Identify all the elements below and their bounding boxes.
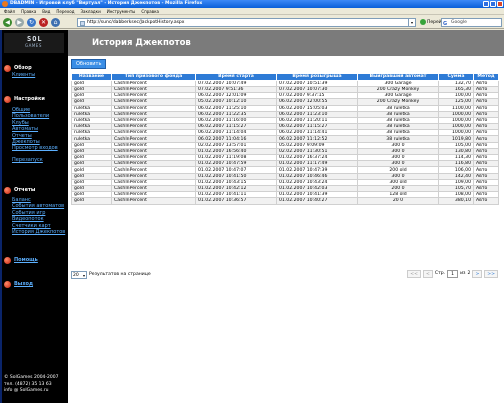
cell-name: gold	[71, 197, 112, 205]
forward-icon[interactable]: ▶	[15, 18, 24, 27]
sidebar-item-jackpot-history[interactable]: История Джекпотов	[4, 229, 66, 235]
sidebar-section-settings: Настройки Общие Пользователи Клубы Автом…	[4, 95, 66, 163]
home-icon[interactable]: ⌂	[51, 18, 60, 27]
overview-icon	[4, 64, 11, 72]
go-icon	[420, 19, 426, 25]
current-page-input[interactable]: 1	[447, 270, 459, 278]
sidebar-item-clients[interactable]: Клиенты	[4, 72, 66, 78]
back-icon[interactable]: ◀	[3, 18, 12, 27]
cell-start-time: 01.02.2007 10:36:57	[195, 197, 277, 205]
menu-help[interactable]: Справка	[141, 8, 159, 14]
cell-method: Авто	[473, 197, 499, 205]
menu-go[interactable]: Переход	[56, 8, 74, 14]
page-size-label: Результатов на странице	[89, 272, 151, 277]
logo: SOL GAMES	[4, 33, 64, 53]
main-content: Обновить Название Тип призового фонда Вр…	[68, 56, 504, 403]
total-pages: 2	[467, 271, 471, 276]
cell-amount: 380,10	[438, 197, 474, 205]
refresh-button[interactable]: Обновить	[71, 59, 107, 69]
col-header-winner[interactable]: Выигравший автомат	[357, 73, 439, 81]
sidebar-item-logout[interactable]: Выход	[14, 281, 33, 287]
address-url: http://sunc/dabberksec/JackpotHistory.as…	[87, 20, 185, 25]
sidebar-item-restart[interactable]: Перезапуск	[4, 157, 66, 163]
table-header-row: Название Тип призового фонда Время старт…	[71, 73, 499, 81]
page-of-label: из	[460, 271, 466, 276]
prev-page-button[interactable]: <	[423, 270, 433, 278]
page-label: Стр.	[434, 271, 446, 276]
pager: 20 Результатов на странице << < Стр. 1 и…	[71, 270, 498, 279]
sidebar-heading-settings: Настройки	[14, 96, 45, 102]
cell-winner: 20 0	[357, 197, 439, 205]
sidebar-section-reports: Отчеты Баланс События автоматов События …	[4, 186, 66, 235]
web-page: SOL GAMES Обзор Клиенты Настройки Общие …	[0, 30, 504, 403]
page-size-select[interactable]: 20	[71, 270, 87, 279]
col-header-start-time[interactable]: Время старта	[195, 73, 277, 81]
sidebar-section-overview: Обзор Клиенты	[4, 64, 66, 78]
close-button[interactable]	[497, 1, 503, 7]
menu-bar: Файл Правка Вид Переход Закладки Инструм…	[0, 8, 504, 15]
menu-tools[interactable]: Инструменты	[107, 8, 136, 14]
cell-draw-time: 01.02.2007 10:40:27	[276, 197, 358, 205]
logo-bottom: GAMES	[25, 43, 42, 48]
window-controls	[483, 1, 503, 7]
sidebar-section-help: Помощь	[4, 256, 66, 264]
pager-controls: << < Стр. 1 из 2 > >>	[407, 270, 498, 278]
col-header-method[interactable]: Метод	[473, 73, 499, 81]
firefox-icon	[2, 1, 8, 7]
sidebar-section-logout: Выход	[4, 280, 66, 288]
menu-view[interactable]: Вид	[42, 8, 50, 14]
sidebar-heading-reports: Отчеты	[14, 187, 36, 193]
search-placeholder: Google	[451, 20, 467, 25]
navigation-toolbar: ◀ ▶ ↻ ✕ ⌂ http://sunc/dabberksec/Jackpot…	[0, 15, 504, 29]
sidebar-item-logins[interactable]: Просмотр входов	[4, 145, 66, 151]
logo-top: SOL	[27, 35, 43, 43]
page-icon	[80, 21, 85, 26]
jackpot-history-table: Название Тип призового фонда Время старт…	[71, 73, 499, 205]
email-text: info @ SolGames.ru	[4, 388, 49, 393]
google-icon: G	[443, 21, 448, 27]
window-title: DBADMIN - Игровой клуб "Виртуал" - Истор…	[10, 1, 203, 6]
window-titlebar: DBADMIN - Игровой клуб "Виртуал" - Истор…	[0, 0, 504, 8]
sidebar-item-machine-events[interactable]: События автоматов	[4, 203, 66, 209]
address-dropdown-icon[interactable]: ▾	[408, 19, 415, 27]
sidebar-item-help[interactable]: Помощь	[14, 257, 38, 263]
copyright-text: © SolGames 2004-2007	[4, 375, 59, 380]
search-input[interactable]: G Google	[441, 18, 502, 27]
minimize-button[interactable]	[483, 1, 489, 7]
logout-icon	[4, 280, 11, 288]
table-row[interactable]: gold CashInPercent 01.02.2007 10:36:57 01.0…	[71, 197, 499, 205]
next-page-button[interactable]: >	[472, 270, 483, 278]
stop-icon[interactable]: ✕	[39, 18, 48, 27]
col-header-amount[interactable]: Сумма	[438, 73, 474, 81]
first-page-button[interactable]: <<	[407, 270, 421, 278]
sidebar-footer: © SolGames 2004-2007 тел. (4872) 35 13 6…	[4, 375, 59, 395]
address-bar[interactable]: http://sunc/dabberksec/JackpotHistory.as…	[77, 18, 416, 27]
settings-icon	[4, 95, 11, 103]
menu-edit[interactable]: Правка	[21, 8, 36, 14]
reports-icon	[4, 186, 11, 194]
reload-icon[interactable]: ↻	[27, 18, 36, 27]
col-header-fund-type[interactable]: Тип призового фонда	[111, 73, 196, 81]
page-title: История Джекпотов	[92, 38, 191, 48]
sidebar-heading-overview: Обзор	[14, 65, 32, 71]
help-icon	[4, 256, 11, 264]
page-header: История Джекпотов	[68, 30, 504, 56]
col-header-name[interactable]: Название	[71, 73, 112, 81]
cell-fund-type: CashInPercent	[111, 197, 196, 205]
maximize-button[interactable]	[490, 1, 496, 7]
col-header-draw-time[interactable]: Время розыгрыша	[276, 73, 358, 81]
last-page-button[interactable]: >>	[484, 270, 498, 278]
sidebar: SOL GAMES Обзор Клиенты Настройки Общие …	[2, 30, 68, 403]
menu-bookmarks[interactable]: Закладки	[80, 8, 100, 14]
menu-file[interactable]: Файл	[4, 8, 15, 14]
